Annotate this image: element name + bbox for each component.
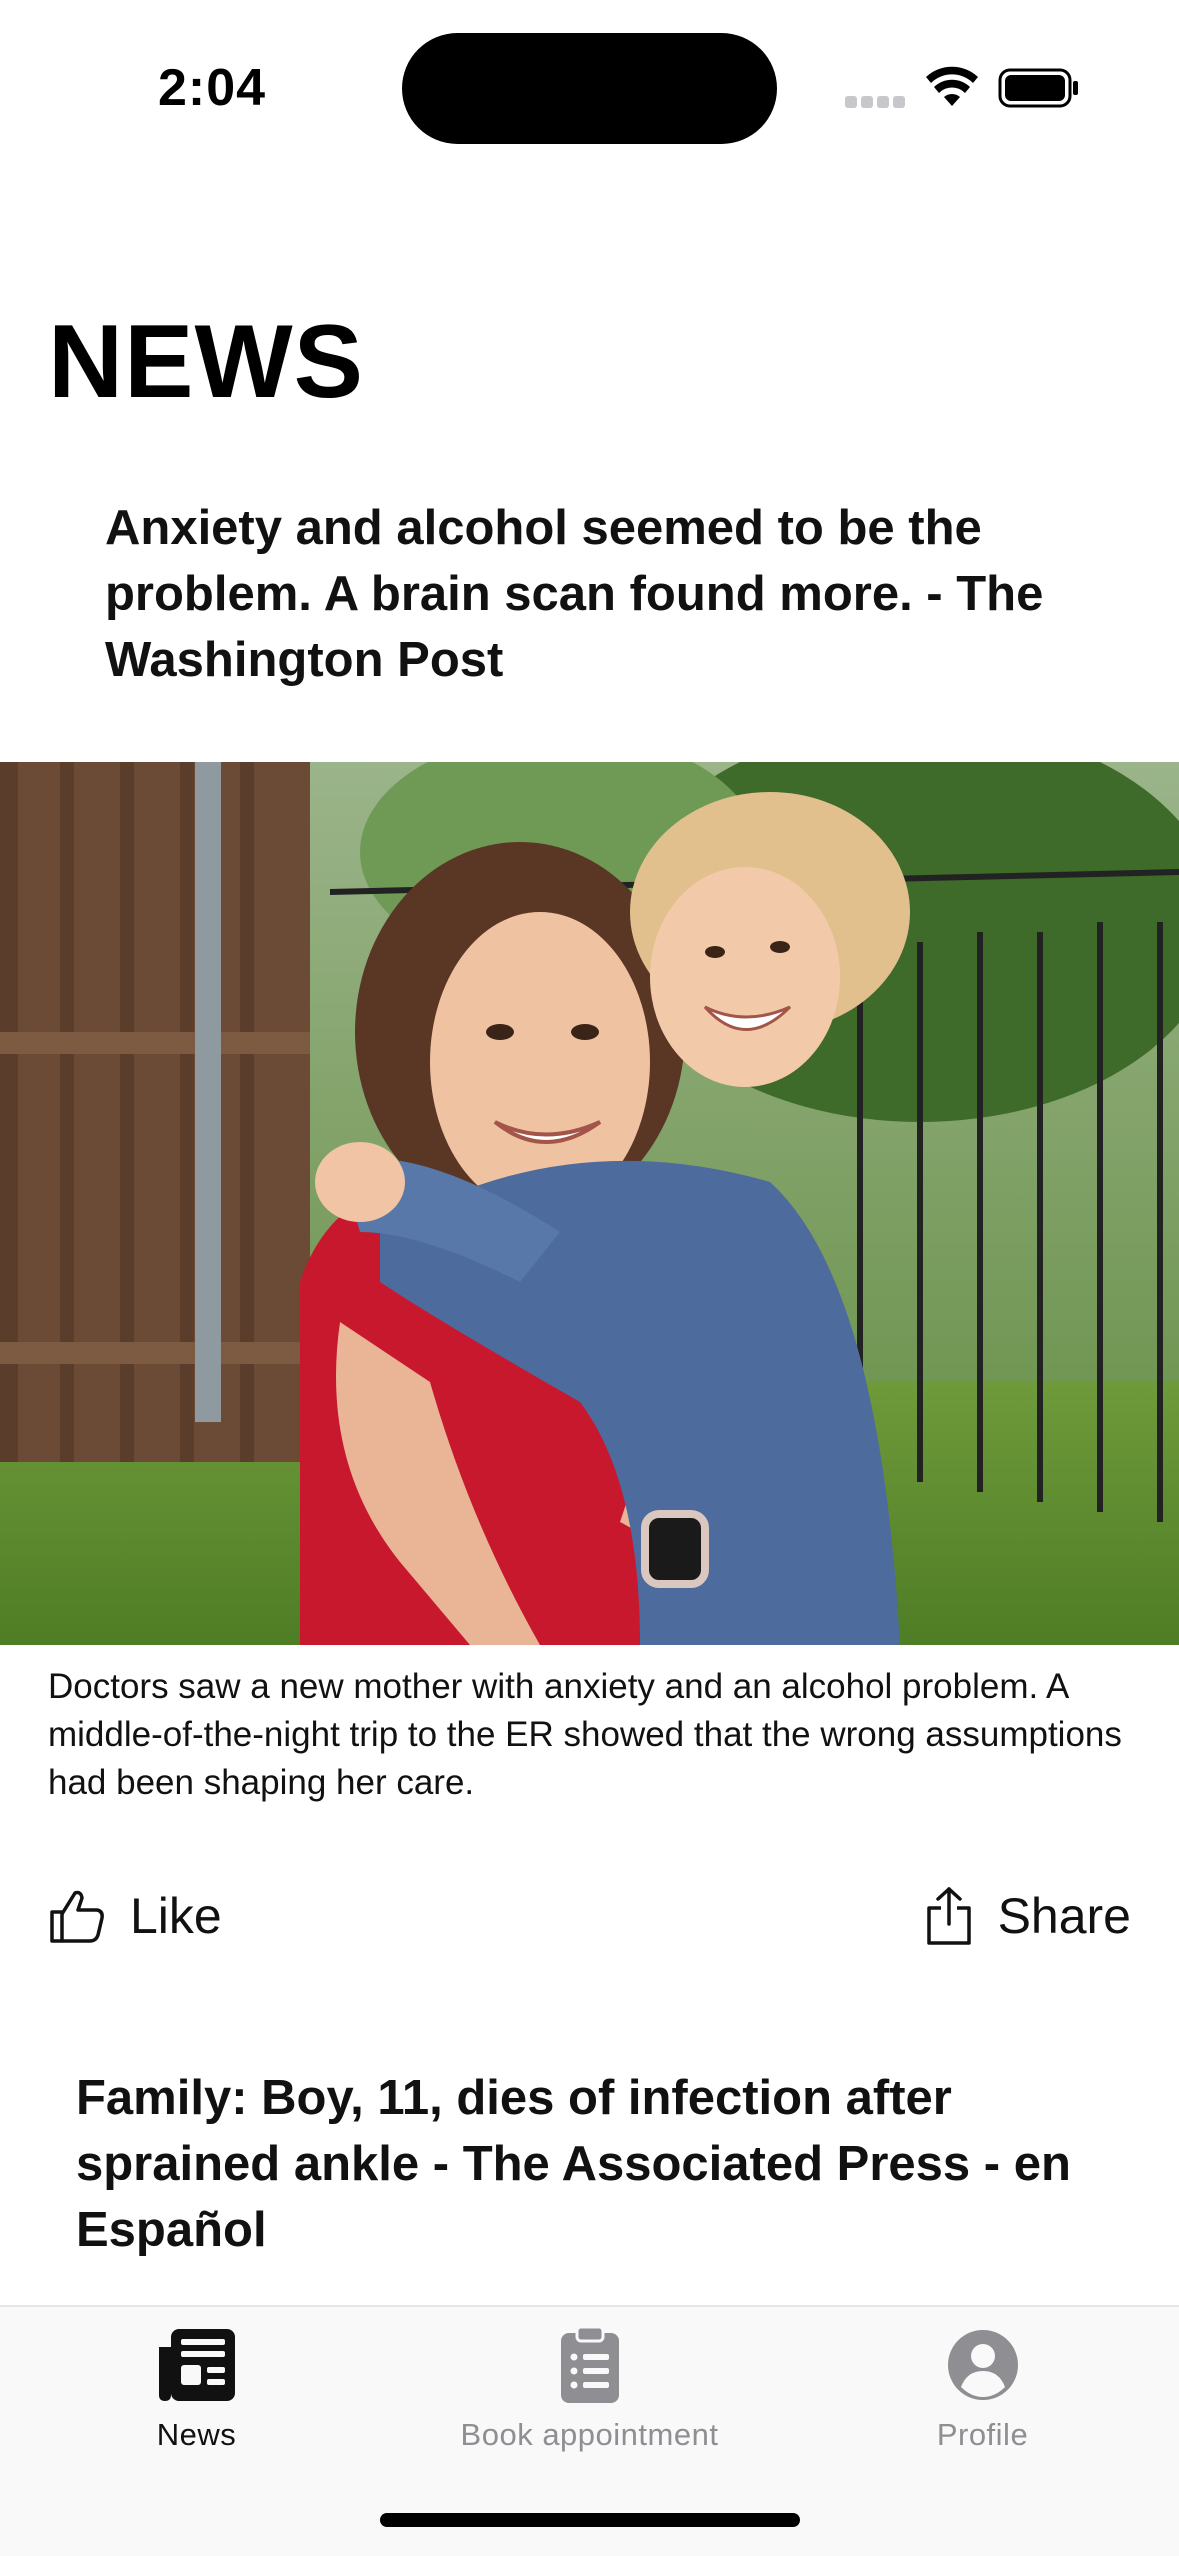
page-title: NEWS bbox=[48, 304, 364, 420]
tab-profile-label: Profile bbox=[936, 2417, 1029, 2452]
like-label: Like bbox=[130, 1888, 222, 1944]
share-icon bbox=[926, 1887, 971, 1945]
tab-book-appointment[interactable]: Book appointment bbox=[393, 2307, 786, 2467]
share-button[interactable]: Share bbox=[924, 1880, 1131, 1952]
cellular-signal-icon bbox=[845, 96, 905, 108]
article-title[interactable]: Family: Boy, 11, dies of infection after… bbox=[76, 2065, 1136, 2263]
clipboard-icon bbox=[560, 2325, 619, 2403]
article-summary: Doctors saw a new mother with anxiety an… bbox=[48, 1667, 1122, 1802]
tab-news[interactable]: News bbox=[0, 2307, 393, 2467]
photo-mother-hugging-child bbox=[0, 762, 1179, 1645]
article-title[interactable]: Anxiety and alcohol seemed to be the pro… bbox=[105, 495, 1115, 693]
status-time: 2:04 bbox=[158, 59, 267, 117]
wifi-icon bbox=[926, 66, 978, 106]
thumbs-up-icon bbox=[50, 1890, 104, 1943]
tab-book-appointment-label: Book appointment bbox=[460, 2417, 719, 2452]
status-bar: 2:04 bbox=[0, 0, 1179, 175]
share-label: Share bbox=[997, 1888, 1131, 1944]
tab-profile[interactable]: Profile bbox=[786, 2307, 1179, 2467]
newspaper-icon bbox=[158, 2329, 235, 2401]
like-button[interactable]: Like bbox=[48, 1880, 222, 1952]
home-indicator bbox=[380, 2513, 800, 2527]
dynamic-island bbox=[402, 33, 777, 144]
battery-icon bbox=[998, 68, 1078, 108]
tab-news-label: News bbox=[156, 2417, 237, 2452]
person-circle-icon bbox=[947, 2330, 1018, 2400]
article-image[interactable] bbox=[0, 762, 1179, 1645]
